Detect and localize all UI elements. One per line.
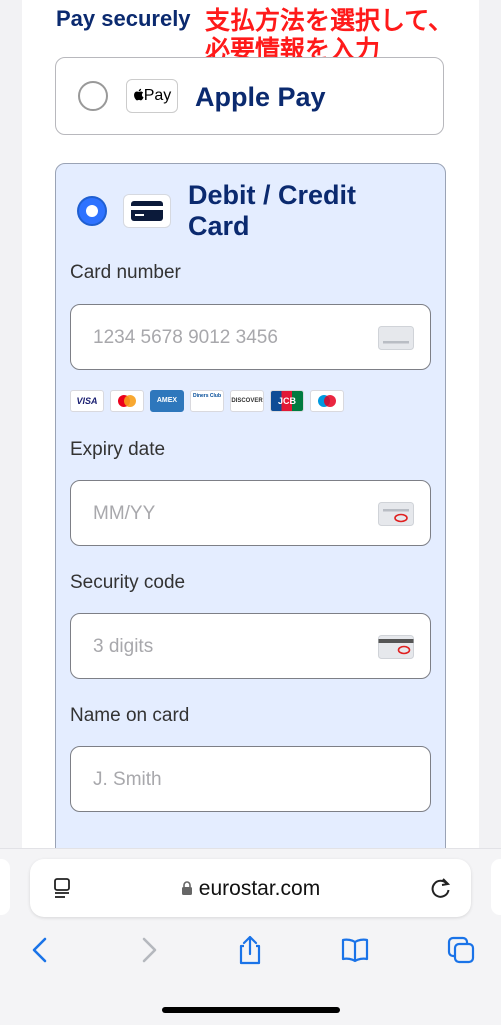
browser-bottom-bar: eurostar.com [0,848,501,1025]
maestro-logo [310,390,344,412]
jcb-logo: JCB [270,390,304,412]
apple-pay-badge-label: Pay [143,87,172,104]
expiry-date-input[interactable] [91,499,365,529]
annotation-overlay: 支払方法を選択して、 必要情報を入力 [205,6,454,64]
card-radio-selected[interactable] [77,196,107,226]
security-code-label: Security code [70,572,186,593]
name-on-card-field[interactable] [70,746,431,812]
url-text: eurostar.com [198,877,321,900]
lock-icon [181,881,192,895]
card-icon-box [123,194,171,228]
expiry-date-label: Expiry date [70,439,166,460]
security-code-field[interactable] [70,613,431,679]
card-generic-icon [378,326,414,350]
visa-logo: VISA [70,390,104,412]
previous-tab-peek[interactable] [0,859,10,915]
apple-logo-icon [133,88,144,101]
next-tab-peek[interactable] [491,859,501,915]
card-option-title: Debit / Credit Card [188,180,357,241]
apple-pay-title: Apple Pay [195,82,326,112]
apple-pay-badge: Pay [126,79,178,113]
card-number-input[interactable] [91,323,365,353]
page-heading: Pay securely [56,6,191,31]
share-icon[interactable] [235,935,265,965]
bookmarks-icon[interactable] [340,935,370,965]
name-on-card-label: Name on card [70,705,190,726]
apple-pay-option[interactable]: Pay Apple Pay [55,57,444,135]
discover-logo: DISCOVER [230,390,264,412]
maestro-icon [318,395,336,407]
amex-logo: AMEX [150,390,184,412]
card-expiry-icon [378,502,414,526]
reload-icon[interactable] [429,876,453,900]
forward-icon[interactable] [133,935,163,965]
card-option[interactable]: Debit / Credit Card Card number VISA AME… [55,163,446,863]
credit-card-icon [131,201,163,221]
security-code-input[interactable] [91,632,365,662]
name-on-card-input[interactable] [91,765,365,795]
apple-pay-radio[interactable] [78,81,108,111]
tabs-icon[interactable] [446,935,476,965]
card-cvv-icon [378,635,414,659]
card-brand-logos: VISA AMEX Diners Club DISCOVER JCB [70,390,344,414]
card-number-label: Card number [70,262,181,283]
mastercard-logo [110,390,144,412]
address-bar[interactable]: eurostar.com [30,859,471,917]
expiry-date-field[interactable] [70,480,431,546]
mastercard-icon [118,395,136,407]
back-icon[interactable] [26,935,56,965]
card-number-field[interactable] [70,304,431,370]
diners-club-logo: Diners Club [190,390,224,412]
url-display[interactable]: eurostar.com [30,877,471,901]
home-indicator [162,1007,340,1013]
